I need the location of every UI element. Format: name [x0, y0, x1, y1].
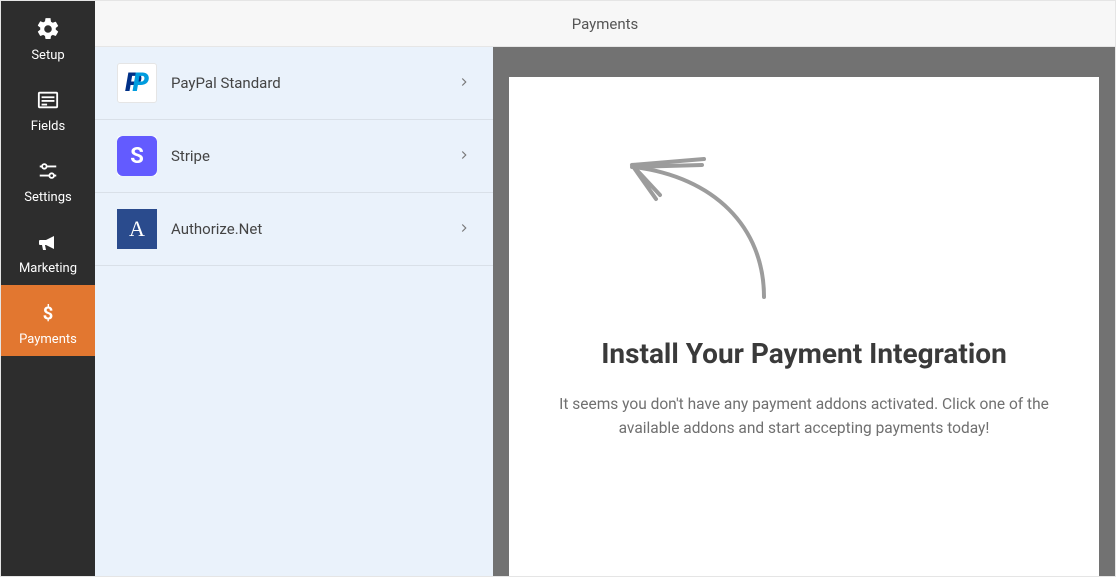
bullhorn-icon	[34, 228, 62, 256]
sidebar-item-label: Setup	[31, 49, 64, 62]
page-header: Payments	[95, 1, 1115, 47]
provider-row-paypal[interactable]: PP PayPal Standard	[95, 47, 493, 120]
chevron-right-icon	[457, 74, 471, 93]
provider-row-authorizenet[interactable]: A Authorize.Net	[95, 193, 493, 266]
chevron-right-icon	[457, 147, 471, 166]
dollar-icon: $	[34, 299, 62, 327]
sidebar-item-setup[interactable]: Setup	[1, 1, 95, 72]
empty-state-card: Install Your Payment Integration It seem…	[509, 77, 1099, 576]
provider-label: PayPal Standard	[171, 74, 457, 92]
sidebar-item-marketing[interactable]: Marketing	[1, 214, 95, 285]
sidebar-item-label: Marketing	[19, 262, 77, 275]
empty-state-body: It seems you don't have any payment addo…	[549, 392, 1059, 440]
svg-text:$: $	[43, 304, 54, 325]
stripe-icon: S	[117, 136, 157, 176]
sidebar-item-payments[interactable]: $ Payments	[1, 285, 95, 356]
arrow-illustration	[604, 137, 804, 307]
sidebar-item-label: Settings	[24, 191, 71, 204]
sidebar-item-label: Fields	[31, 120, 65, 133]
empty-state-heading: Install Your Payment Integration	[601, 337, 1007, 370]
page-title: Payments	[572, 15, 639, 33]
provider-list: PP PayPal Standard S Stripe	[95, 47, 493, 576]
sliders-icon	[34, 157, 62, 185]
sidebar-item-fields[interactable]: Fields	[1, 72, 95, 143]
sidebar-item-label: Payments	[19, 333, 77, 346]
provider-label: Stripe	[171, 147, 457, 165]
content-area: PP PayPal Standard S Stripe	[95, 47, 1115, 576]
app-root: Setup Fields Settings Marketing $ Paymen…	[0, 0, 1116, 577]
provider-row-stripe[interactable]: S Stripe	[95, 120, 493, 193]
gear-icon	[34, 15, 62, 43]
provider-label: Authorize.Net	[171, 220, 457, 238]
authorize-net-icon: A	[117, 209, 157, 249]
preview-panel: Install Your Payment Integration It seem…	[493, 47, 1115, 576]
list-icon	[34, 86, 62, 114]
sidebar: Setup Fields Settings Marketing $ Paymen…	[1, 1, 95, 576]
sidebar-item-settings[interactable]: Settings	[1, 143, 95, 214]
main-area: Payments PP PayPal Standard S	[95, 1, 1115, 576]
chevron-right-icon	[457, 220, 471, 239]
paypal-icon: PP	[117, 63, 157, 103]
